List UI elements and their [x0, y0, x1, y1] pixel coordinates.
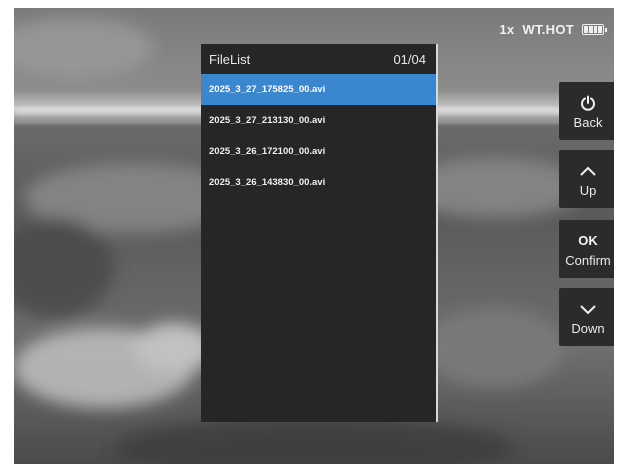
- file-list-title: FileList: [209, 51, 251, 67]
- up-label: Up: [579, 182, 597, 198]
- back-label: Back: [573, 114, 603, 130]
- ok-icon: OK: [578, 231, 598, 251]
- file-list-panel: FileList 01/04 2025_3_27_175825_00.avi 2…: [201, 44, 438, 422]
- file-item[interactable]: 2025_3_26_172100_00.avi: [201, 136, 436, 167]
- thermal-view: 1x WT.HOT FileList 01/04 2025_3_27_17582…: [14, 8, 614, 464]
- down-button[interactable]: Down: [559, 288, 614, 346]
- file-list-header: FileList 01/04: [201, 44, 436, 74]
- down-label: Down: [571, 320, 605, 336]
- file-item[interactable]: 2025_3_27_175825_00.avi: [201, 74, 436, 105]
- zoom-level: 1x: [499, 22, 515, 37]
- file-item[interactable]: 2025_3_26_143830_00.avi: [201, 167, 436, 198]
- palette-mode: WT.HOT: [522, 22, 574, 37]
- up-button[interactable]: Up: [559, 150, 614, 208]
- chevron-down-icon: [579, 299, 597, 319]
- chevron-up-icon: [579, 161, 597, 181]
- file-items: 2025_3_27_175825_00.avi 2025_3_27_213130…: [201, 74, 436, 198]
- back-button[interactable]: Back: [559, 82, 614, 140]
- power-icon: [580, 93, 596, 113]
- confirm-label: Confirm: [565, 252, 611, 268]
- file-item[interactable]: 2025_3_27_213130_00.avi: [201, 105, 436, 136]
- status-bar: 1x WT.HOT: [499, 22, 607, 37]
- battery-full-icon: [582, 24, 607, 35]
- confirm-button[interactable]: OK Confirm: [559, 220, 614, 278]
- ok-text: OK: [578, 233, 598, 248]
- page-indicator: 01/04: [393, 51, 426, 67]
